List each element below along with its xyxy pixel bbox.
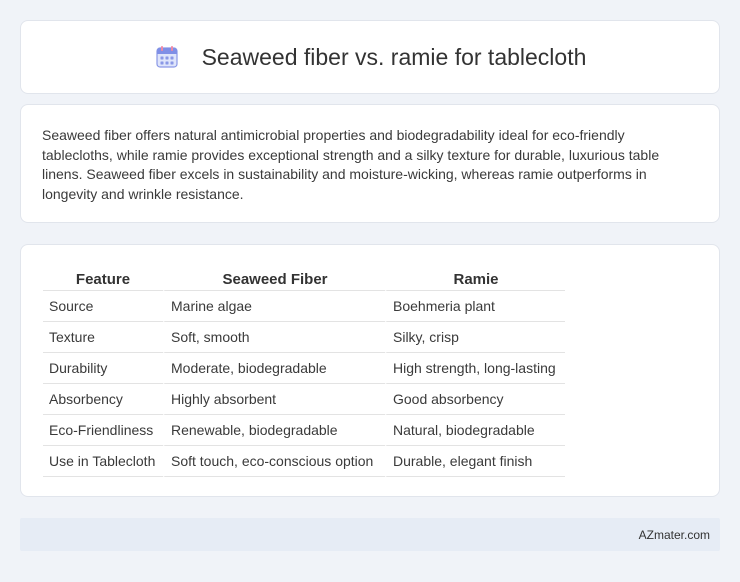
- summary-card: Seaweed fiber offers natural antimicrobi…: [20, 104, 720, 223]
- ramie-cell: Durable, elegant finish: [385, 446, 565, 477]
- summary-text: Seaweed fiber offers natural antimicrobi…: [42, 127, 660, 202]
- ramie-cell: Good absorbency: [385, 384, 565, 415]
- comparison-table: Feature Seaweed Fiber Ramie Source Marin…: [43, 265, 565, 477]
- seaweed-cell: Moderate, biodegradable: [163, 353, 385, 384]
- ramie-cell: High strength, long-lasting: [385, 353, 565, 384]
- table-header-row: Feature Seaweed Fiber Ramie: [43, 265, 565, 291]
- feature-cell: Use in Tablecloth: [43, 446, 163, 477]
- ramie-cell: Silky, crisp: [385, 322, 565, 353]
- table-row: Source Marine algae Boehmeria plant: [43, 291, 565, 322]
- ramie-cell: Natural, biodegradable: [385, 415, 565, 446]
- table-row: Use in Tablecloth Soft touch, eco-consci…: [43, 446, 565, 477]
- table-row: Texture Soft, smooth Silky, crisp: [43, 322, 565, 353]
- feature-cell: Eco-Friendliness: [43, 415, 163, 446]
- table-row: Durability Moderate, biodegradable High …: [43, 353, 565, 384]
- column-header-feature: Feature: [43, 265, 163, 291]
- seaweed-cell: Marine algae: [163, 291, 385, 322]
- seaweed-cell: Highly absorbent: [163, 384, 385, 415]
- title-card: Seaweed fiber vs. ramie for tablecloth: [20, 20, 720, 94]
- column-header-seaweed-fiber: Seaweed Fiber: [163, 265, 385, 291]
- seaweed-cell: Soft touch, eco-conscious option: [163, 446, 385, 477]
- feature-cell: Durability: [43, 353, 163, 384]
- table-row: Absorbency Highly absorbent Good absorbe…: [43, 384, 565, 415]
- page-title: Seaweed fiber vs. ramie for tablecloth: [201, 43, 587, 70]
- footer-bar: AZmater.com: [20, 518, 720, 551]
- feature-cell: Texture: [43, 322, 163, 353]
- table-row: Eco-Friendliness Renewable, biodegradabl…: [43, 415, 565, 446]
- seaweed-cell: Soft, smooth: [163, 322, 385, 353]
- seaweed-cell: Renewable, biodegradable: [163, 415, 385, 446]
- feature-cell: Source: [43, 291, 163, 322]
- calendar-icon: [155, 46, 178, 68]
- comparison-card: Feature Seaweed Fiber Ramie Source Marin…: [20, 244, 720, 497]
- column-header-ramie: Ramie: [385, 265, 565, 291]
- feature-cell: Absorbency: [43, 384, 163, 415]
- footer-brand[interactable]: AZmater.com: [639, 528, 710, 542]
- ramie-cell: Boehmeria plant: [385, 291, 565, 322]
